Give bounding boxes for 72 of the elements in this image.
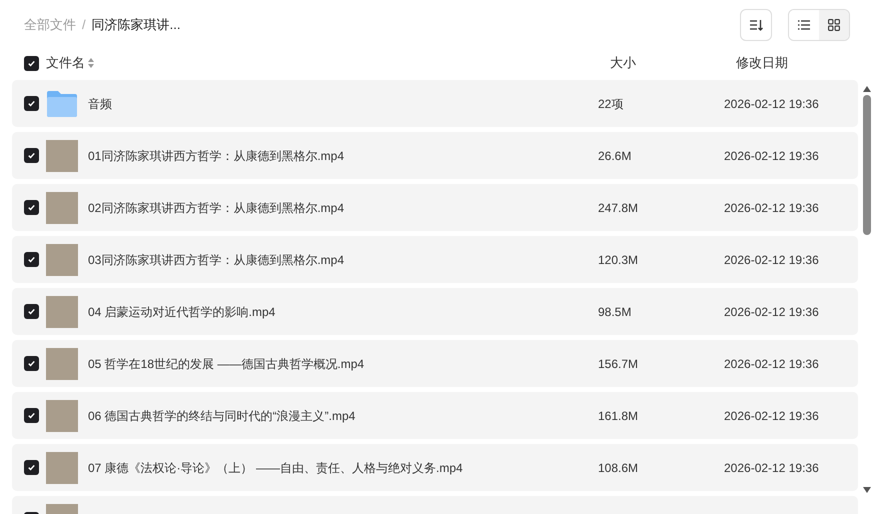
video-thumbnail	[46, 348, 78, 380]
breadcrumb-separator: /	[82, 16, 86, 34]
scroll-thumb[interactable]	[863, 95, 871, 235]
modified-date: 2026-02-12 19:36	[724, 460, 819, 476]
file-size: 156.7M	[598, 356, 640, 372]
scroll-down-icon	[863, 487, 871, 493]
file-row[interactable]: 06 德国古典哲学的终结与同时代的“浪漫主义”.mp4 161.8M 2026-02-12 19:36	[12, 392, 858, 439]
file-size: 108.6M	[598, 460, 640, 476]
check-icon	[27, 203, 36, 212]
file-name: 02同济陈家琪讲西方哲学：从康德到黑格尔.mp4	[88, 200, 346, 216]
video-thumbnail	[46, 452, 78, 484]
column-header[interactable]: 大小	[610, 53, 736, 73]
check-icon	[27, 411, 36, 420]
checkbox[interactable]	[24, 56, 39, 70]
checkbox[interactable]	[24, 148, 39, 163]
scroll-up-icon	[863, 86, 871, 92]
check-icon	[27, 307, 36, 316]
modified-date: 2026-02-12 19:36	[724, 304, 819, 320]
breadcrumb-link[interactable]: 同济陈家琪讲...	[92, 15, 180, 35]
file-size: 247.8M	[598, 200, 640, 216]
file-name: 07 康德《法权论·导论》（上） ——自由、责任、人格与绝对义务.mp4	[88, 460, 464, 476]
file-size: 26.6M	[598, 148, 632, 164]
file-name: 06 德国古典哲学的终结与同时代的“浪漫主义”.mp4	[88, 408, 356, 424]
grid-view-button[interactable]	[819, 10, 849, 40]
modified-date: 2026-02-12 19:36	[724, 148, 819, 164]
modified-date: 2026-02-12 19:36	[724, 356, 819, 372]
file-name: 01同济陈家琪讲西方哲学：从康德到黑格尔.mp4	[88, 148, 346, 164]
checkbox[interactable]	[24, 200, 39, 215]
video-thumbnail	[46, 244, 78, 276]
modified-date: 2026-02-12 19:36	[724, 408, 819, 424]
file-name: 05 哲学在18世纪的发展 ——德国古典哲学概况.mp4	[88, 356, 366, 372]
file-size: 161.8M	[598, 408, 640, 424]
file-name: 03同济陈家琪讲西方哲学：从康德到黑格尔.mp4	[88, 252, 346, 268]
checkbox[interactable]	[24, 460, 39, 475]
file-row[interactable]: 音频 22项 2026-02-12 19:36	[12, 80, 858, 127]
file-row[interactable]: 07 康德《法权论·导论》（上） ——自由、责任、人格与绝对义务.mp4 108.6M 2026-02-12 19:36	[12, 444, 858, 491]
check-icon	[27, 58, 36, 68]
file-row[interactable]: 01同济陈家琪讲西方哲学：从康德到黑格尔.mp4 26.6M 2026-02-12 19:36	[12, 132, 858, 179]
file-size: 22项	[598, 96, 624, 112]
video-thumbnail	[46, 296, 78, 328]
sort-arrows-icon	[88, 58, 94, 68]
file-size: 98.5M	[598, 304, 632, 320]
modified-date: 2026-02-12 19:36	[724, 200, 819, 216]
modified-date: 2026-02-12 19:36	[724, 252, 819, 268]
file-size: 120.3M	[598, 252, 640, 268]
file-name: 04 启蒙运动对近代哲学的影响.mp4	[88, 304, 276, 320]
grid-icon	[828, 19, 840, 31]
column-header[interactable]: 修改日期	[736, 53, 788, 73]
file-row[interactable]: 04 启蒙运动对近代哲学的影响.mp4 98.5M 2026-02-12 19:36	[12, 288, 858, 335]
checkbox[interactable]	[24, 96, 39, 111]
file-row[interactable]: 05 哲学在18世纪的发展 ——德国古典哲学概况.mp4 156.7M 2026-02-12 19:36	[12, 340, 858, 387]
checkbox[interactable]	[24, 356, 39, 371]
list-icon	[798, 20, 810, 30]
file-row[interactable]: 03同济陈家琪讲西方哲学：从康德到黑格尔.mp4 120.3M 2026-02-12 19:36	[12, 236, 858, 283]
check-icon	[27, 359, 36, 368]
folder-icon	[46, 90, 78, 118]
video-thumbnail	[46, 400, 78, 432]
file-name: 音频	[88, 96, 113, 112]
video-thumbnail	[46, 140, 78, 172]
sort-icon	[749, 19, 763, 31]
file-row[interactable]: 02同济陈家琪讲西方哲学：从康德到黑格尔.mp4 247.8M 2026-02-12 19:36	[12, 184, 858, 231]
check-icon	[27, 151, 36, 160]
checkbox[interactable]	[24, 304, 39, 319]
column-header[interactable]: 文件名	[46, 53, 85, 73]
checkbox[interactable]	[24, 252, 39, 267]
check-icon	[27, 463, 36, 472]
check-icon	[27, 255, 36, 264]
check-icon	[27, 99, 36, 108]
video-thumbnail	[46, 192, 78, 224]
modified-date: 2026-02-12 19:36	[724, 96, 819, 112]
sort-button[interactable]	[740, 9, 772, 41]
checkbox[interactable]	[24, 408, 39, 423]
